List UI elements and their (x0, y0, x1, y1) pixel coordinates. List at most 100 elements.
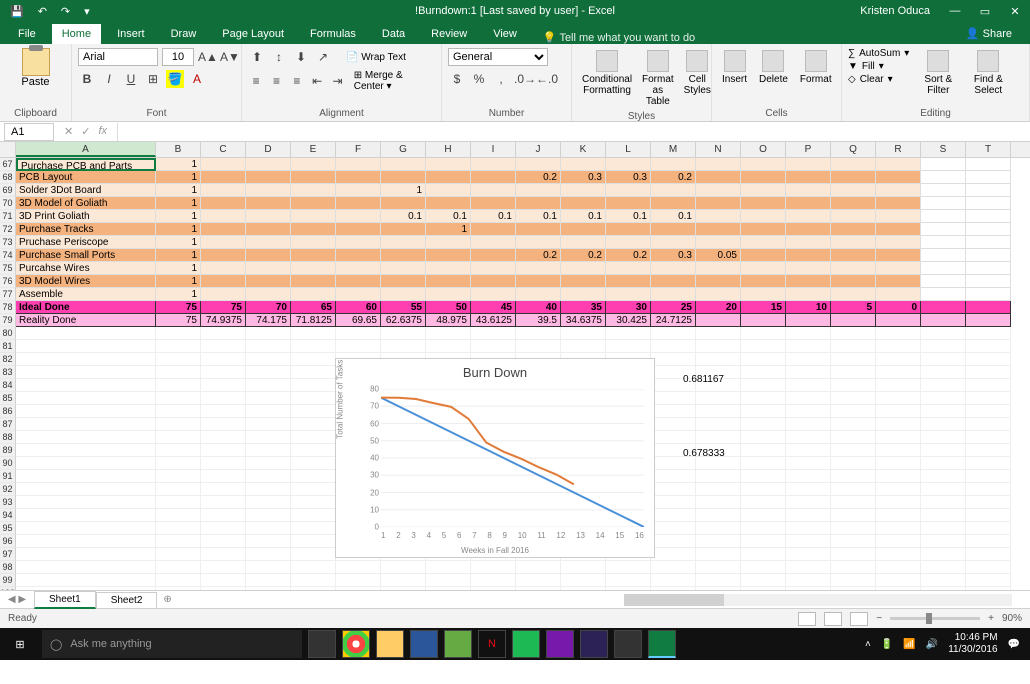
cell[interactable] (246, 509, 291, 522)
cell[interactable] (921, 275, 966, 288)
cell[interactable] (786, 392, 831, 405)
row-header[interactable]: 80 (0, 327, 16, 340)
cell[interactable] (246, 392, 291, 405)
cell[interactable] (291, 457, 336, 470)
cell[interactable] (696, 405, 741, 418)
increase-font-icon[interactable]: A▲ (198, 48, 216, 66)
cell[interactable] (381, 158, 426, 171)
cell[interactable] (651, 574, 696, 587)
cell[interactable]: 0.1 (606, 210, 651, 223)
cell[interactable] (16, 405, 156, 418)
cell[interactable]: 15 (741, 301, 786, 314)
bold-button[interactable]: B (78, 70, 96, 88)
cell[interactable] (246, 418, 291, 431)
decrease-font-icon[interactable]: A▼ (220, 48, 238, 66)
format-cells-button[interactable]: Format (796, 48, 836, 87)
cell[interactable]: 0.1 (516, 210, 561, 223)
cell[interactable] (561, 327, 606, 340)
cell[interactable]: 43.6125 (471, 314, 516, 327)
cell[interactable] (966, 574, 1011, 587)
cell[interactable] (831, 275, 876, 288)
cell[interactable] (336, 197, 381, 210)
column-header-M[interactable]: M (651, 142, 696, 157)
cell[interactable] (696, 483, 741, 496)
zoom-slider[interactable] (890, 617, 980, 620)
cell[interactable]: Assemble (16, 288, 156, 301)
cell[interactable] (516, 236, 561, 249)
qat-redo-icon[interactable]: ↷ (61, 5, 70, 18)
cell[interactable]: 5 (831, 301, 876, 314)
cell[interactable] (651, 470, 696, 483)
cell[interactable] (201, 548, 246, 561)
tab-data[interactable]: Data (372, 24, 415, 44)
tab-formulas[interactable]: Formulas (300, 24, 366, 44)
delete-cells-button[interactable]: Delete (755, 48, 792, 87)
cell[interactable] (921, 236, 966, 249)
cell[interactable] (921, 392, 966, 405)
cell[interactable] (831, 548, 876, 561)
cell[interactable] (336, 158, 381, 171)
cell[interactable]: 0.2 (561, 249, 606, 262)
cell[interactable] (876, 535, 921, 548)
cell[interactable] (561, 197, 606, 210)
cell[interactable] (381, 197, 426, 210)
cell[interactable] (876, 522, 921, 535)
sort-filter-button[interactable]: Sort & Filter (917, 48, 959, 98)
cell[interactable] (786, 470, 831, 483)
fill-button[interactable]: ▼ Fill ▾ (848, 61, 909, 72)
font-name-input[interactable] (78, 48, 158, 66)
cell[interactable] (201, 392, 246, 405)
qat-save-icon[interactable]: 💾 (10, 5, 24, 18)
cell[interactable] (696, 171, 741, 184)
cell[interactable] (201, 236, 246, 249)
cell[interactable] (246, 223, 291, 236)
row-header[interactable]: 81 (0, 340, 16, 353)
cell[interactable]: 0.1 (561, 210, 606, 223)
cell[interactable] (741, 431, 786, 444)
burndown-chart[interactable]: Burn Down Total Number of Tasks 01020304… (335, 358, 655, 558)
cell[interactable] (291, 288, 336, 301)
row-header[interactable]: 89 (0, 444, 16, 457)
cell[interactable] (786, 405, 831, 418)
cell[interactable] (876, 496, 921, 509)
row-header[interactable]: 74 (0, 249, 16, 262)
cell[interactable] (786, 522, 831, 535)
cell[interactable] (876, 249, 921, 262)
cell[interactable] (201, 223, 246, 236)
system-clock[interactable]: 10:46 PM11/30/2016 (948, 632, 997, 656)
row-header[interactable]: 72 (0, 223, 16, 236)
cell[interactable] (786, 236, 831, 249)
cell[interactable] (471, 223, 516, 236)
cell[interactable] (246, 184, 291, 197)
cell[interactable] (201, 288, 246, 301)
cell[interactable] (471, 249, 516, 262)
cell[interactable] (291, 366, 336, 379)
cell[interactable] (291, 236, 336, 249)
enter-formula-icon[interactable]: ✓ (81, 125, 90, 138)
cell[interactable] (786, 366, 831, 379)
cell[interactable] (831, 340, 876, 353)
cell[interactable] (831, 444, 876, 457)
cell[interactable] (741, 327, 786, 340)
cell[interactable] (471, 288, 516, 301)
cell[interactable] (291, 340, 336, 353)
column-header-K[interactable]: K (561, 142, 606, 157)
cell[interactable] (651, 509, 696, 522)
cell[interactable] (921, 314, 966, 327)
cell[interactable] (471, 327, 516, 340)
cell[interactable]: 10 (786, 301, 831, 314)
cell[interactable] (876, 171, 921, 184)
cell[interactable] (561, 236, 606, 249)
cell[interactable] (921, 327, 966, 340)
row-header[interactable]: 78 (0, 301, 16, 314)
cell[interactable]: 55 (381, 301, 426, 314)
cell[interactable] (336, 184, 381, 197)
cell[interactable] (291, 171, 336, 184)
cell[interactable] (381, 171, 426, 184)
cell[interactable]: 62.6375 (381, 314, 426, 327)
cell[interactable] (921, 561, 966, 574)
cell[interactable] (966, 431, 1011, 444)
cell[interactable] (741, 223, 786, 236)
cell[interactable] (786, 327, 831, 340)
cell[interactable] (651, 288, 696, 301)
